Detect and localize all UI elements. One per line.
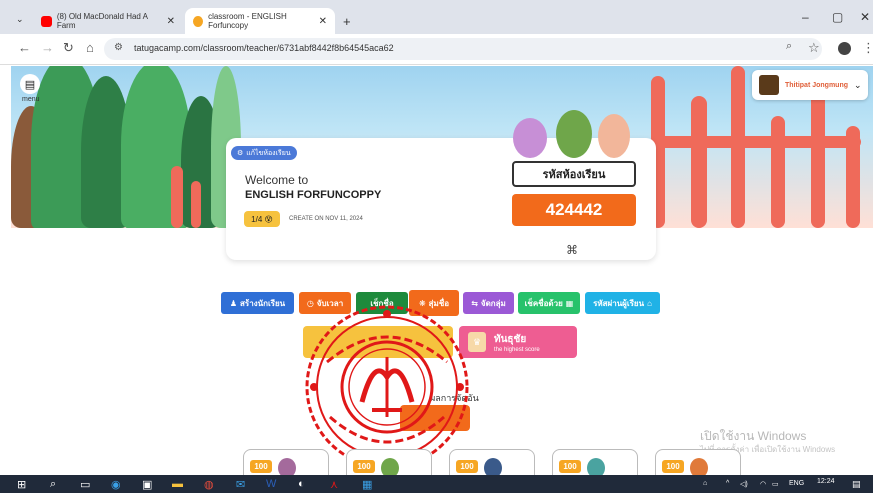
character-turtle-icon [556, 110, 592, 158]
grid-icon: ▦ [565, 298, 574, 308]
edit-classroom-label: แก้ไขห้องเรียน [246, 149, 291, 157]
bookmark-star-icon[interactable]: ☆ [808, 40, 820, 56]
task-view-icon[interactable]: ▭ [80, 478, 90, 491]
character-girl-icon [513, 118, 547, 158]
profile-avatar[interactable] [838, 42, 851, 55]
forward-icon[interactable]: → [41, 40, 54, 55]
check-attendance-button[interactable]: เช็คชื่อด้วย ▦ [518, 292, 580, 314]
edge-icon[interactable]: ◉ [111, 478, 121, 491]
highest-score-title: ทันธุชัย [494, 333, 527, 345]
highest-score-subtitle: the highest score [494, 346, 540, 353]
student-score: 100 [353, 460, 375, 473]
new-tab-button[interactable]: + [343, 14, 351, 29]
avatar [759, 75, 779, 95]
menu-button[interactable]: ▤ [20, 74, 40, 94]
group-icon: ⇆ [471, 298, 478, 308]
search-icon[interactable]: ⌕ [50, 478, 56, 491]
url-text[interactable]: tatugacamp.com/classroom/teacher/6731abf… [134, 43, 394, 53]
more-menu-icon[interactable]: ⋮ [862, 40, 873, 56]
close-icon[interactable]: ✕ [319, 16, 327, 27]
user-profile-chip[interactable]: Thitipat Jongmung ⌄ [752, 70, 868, 100]
app-icon[interactable]: ◐ [298, 478, 305, 490]
student-score: 100 [559, 460, 581, 473]
student-password-button[interactable]: รหัสผ่านผู้เรียน ⌂ [585, 292, 660, 314]
created-date: CREATE ON NOV 11, 2024 [289, 216, 363, 222]
close-window-icon[interactable]: ✕ [860, 10, 870, 24]
reload-icon[interactable]: ↻ [63, 40, 74, 56]
tab-youtube[interactable]: (8) Old MacDonald Had A Farm ✕ [33, 8, 183, 34]
button-label: สร้างนักเรียน [240, 298, 286, 308]
chrome-icon[interactable]: ◍ [204, 478, 214, 491]
level-badge: 1/4 😵 [244, 211, 280, 227]
school-seal-stamp [305, 305, 469, 469]
button-label: เช็คชื่อด้วย [524, 298, 563, 308]
student-score: 100 [662, 460, 684, 473]
home-icon[interactable]: ⌂ [86, 40, 94, 55]
tray-up-icon[interactable]: ^ [726, 480, 729, 487]
student-score: 100 [250, 460, 272, 473]
class-code[interactable]: 424442 [512, 194, 636, 226]
clock-time[interactable]: 12:24 [817, 478, 835, 485]
menu-icon: ▤ [24, 78, 36, 91]
wifi-icon[interactable]: ◠ [760, 480, 766, 488]
close-icon[interactable]: ✕ [167, 16, 175, 27]
back-icon[interactable]: ← [18, 40, 31, 55]
photos-icon[interactable]: ▦ [362, 478, 372, 491]
language-indicator[interactable]: ENG [789, 480, 804, 487]
mail-icon[interactable]: ✉ [236, 478, 245, 491]
qr-code-icon[interactable]: ⌘ [566, 243, 578, 257]
button-label: รหัสผ่านผู้เรียน [593, 298, 645, 308]
button-label: จัดกลุ่ม [480, 298, 506, 308]
class-code-label: รหัสห้องเรียน [512, 161, 636, 187]
user-plus-icon: ♟ [229, 298, 238, 308]
create-student-button[interactable]: ♟ สร้างนักเรียน [221, 292, 294, 314]
word-icon[interactable]: W [266, 478, 276, 490]
tab-label: (8) Old MacDonald Had A Farm [56, 12, 148, 30]
site-info-icon[interactable]: ⚙ [114, 42, 123, 53]
tab-label: classroom - ENGLISH Forfuncopy [208, 12, 287, 30]
volume-icon[interactable]: ◁) [740, 480, 748, 488]
network-icon[interactable]: ⌂ [703, 480, 707, 487]
settings-icon: ⚙ [237, 150, 244, 157]
zoom-icon[interactable]: ⌕ [786, 40, 792, 53]
tab-classroom[interactable]: classroom - ENGLISH Forfuncopy ✕ [185, 8, 335, 34]
windows-start-icon[interactable]: ⊞ [17, 478, 26, 491]
student-score: 100 [456, 460, 478, 473]
character-boy-icon [598, 114, 630, 158]
folder-icon[interactable]: ▬ [172, 478, 183, 490]
tab-list-chevron-icon[interactable]: ⌄ [16, 14, 24, 25]
battery-icon[interactable]: ▭ [772, 480, 779, 488]
minimize-icon[interactable]: – [802, 10, 809, 24]
welcome-text: Welcome to [245, 173, 309, 187]
notification-icon[interactable]: ▤ [852, 479, 861, 490]
tatuga-icon [193, 15, 204, 27]
maximize-icon[interactable]: ▢ [832, 10, 843, 24]
classroom-name: ENGLISH FORFUNCOPPY [245, 189, 382, 201]
menu-label: menu [22, 96, 40, 103]
user-name: Thitipat Jongmung [785, 81, 848, 89]
pdf-icon[interactable]: ⋏ [330, 478, 338, 491]
lock-icon: ⌂ [647, 298, 652, 308]
store-icon[interactable]: ▣ [142, 478, 152, 491]
highest-score-card[interactable]: ♛ ทันธุชัย the highest score [459, 326, 577, 358]
youtube-icon [41, 15, 52, 27]
chevron-down-icon: ⌄ [854, 79, 862, 90]
edit-classroom-button[interactable]: ⚙ แก้ไขห้องเรียน [231, 146, 297, 160]
